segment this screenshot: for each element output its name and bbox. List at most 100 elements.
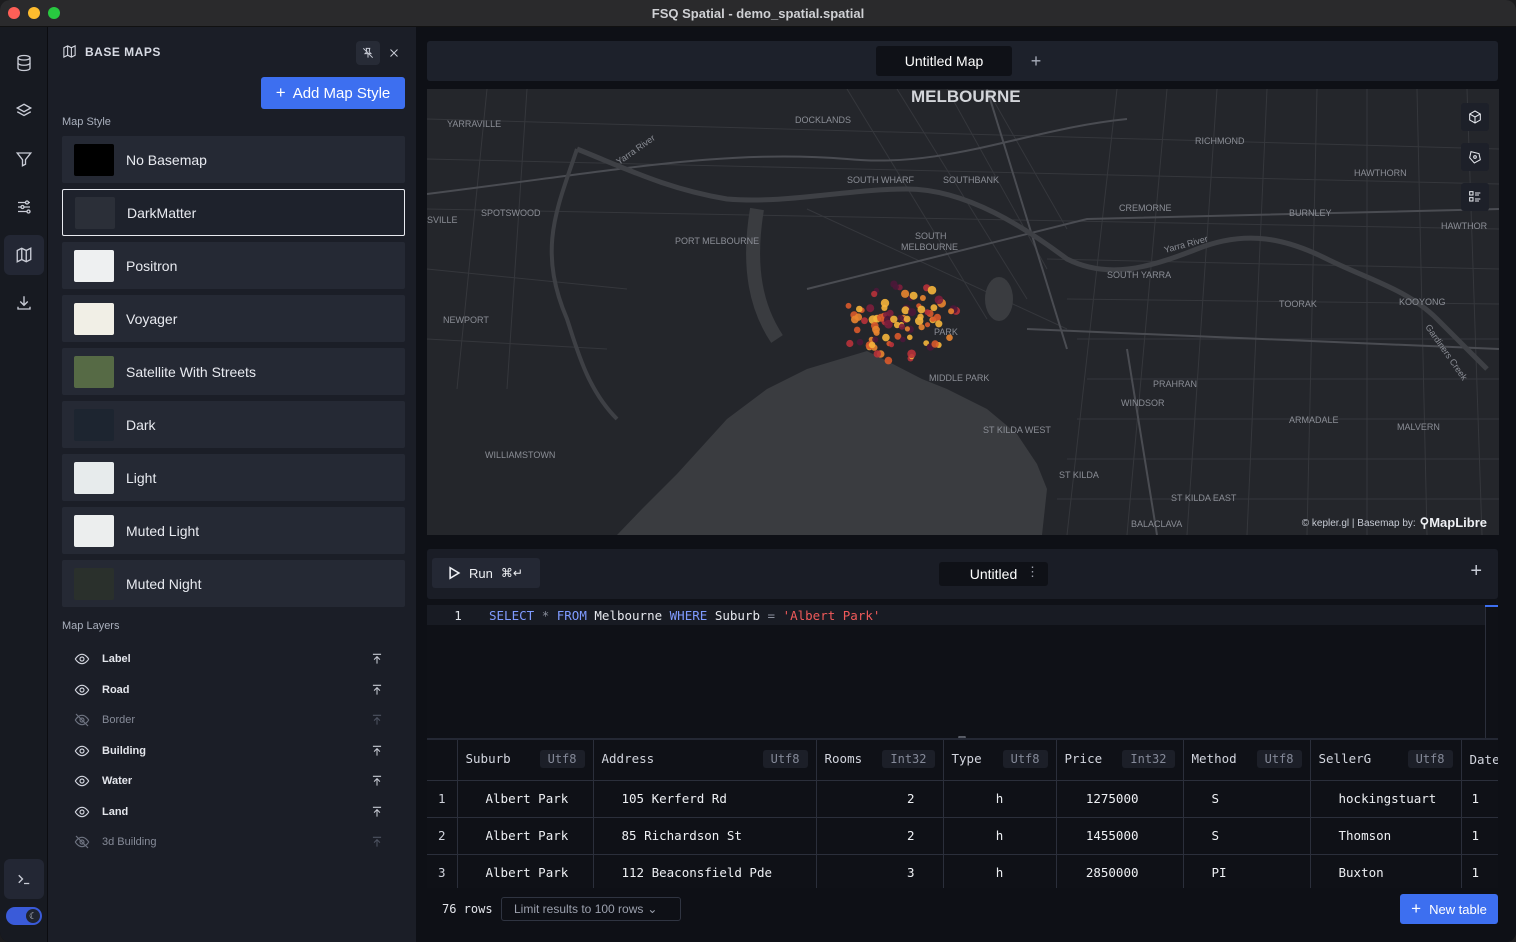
data-point[interactable] — [880, 298, 890, 308]
sql-editor[interactable]: 1 SELECT * FROM Melbourne WHERE Suburb =… — [427, 599, 1498, 739]
cell-type[interactable]: h — [943, 780, 1057, 818]
data-point[interactable] — [908, 308, 917, 317]
sql-text[interactable]: SELECT * FROM Melbourne WHERE Suburb = '… — [489, 608, 880, 623]
cell-address[interactable]: 112 Beaconsfield Pde — [593, 854, 817, 888]
cell-rooms[interactable]: 2 — [816, 817, 944, 855]
layers-icon[interactable] — [4, 91, 44, 131]
data-point[interactable] — [888, 342, 895, 348]
data-point[interactable] — [856, 338, 864, 346]
cell-type[interactable]: h — [943, 817, 1057, 855]
editor-scrollbar[interactable] — [1485, 605, 1498, 739]
close-window-button[interactable] — [8, 7, 20, 19]
eye-off-icon[interactable] — [74, 712, 90, 728]
column-header-rooms[interactable]: Rooms Int32 — [816, 740, 944, 781]
data-point[interactable] — [904, 326, 910, 332]
data-point[interactable] — [872, 336, 879, 343]
data-point[interactable] — [930, 316, 936, 322]
move-to-top-icon[interactable] — [370, 713, 384, 732]
tab-untitled-map[interactable]: Untitled Map — [876, 46, 1012, 76]
add-map-style-button[interactable]: + Add Map Style — [261, 77, 405, 109]
column-header-sellerg[interactable]: SellerG Utf8 — [1310, 740, 1462, 781]
terminal-icon[interactable] — [4, 859, 44, 899]
column-header-method[interactable]: Method Utf8 — [1183, 740, 1311, 781]
eye-off-icon[interactable] — [74, 834, 90, 850]
eye-icon[interactable] — [74, 651, 90, 667]
data-point[interactable] — [931, 340, 939, 348]
data-point[interactable] — [898, 323, 906, 330]
map-style-darkmatter[interactable]: DarkMatter — [62, 189, 405, 236]
interactions-icon[interactable] — [4, 187, 44, 227]
data-point[interactable] — [919, 295, 926, 301]
cell-price[interactable]: 2850000 — [1056, 854, 1184, 888]
data-point[interactable] — [907, 334, 913, 341]
filter-icon[interactable] — [4, 139, 44, 179]
cell-date[interactable]: 1 — [1461, 817, 1498, 855]
add-map-tab-button[interactable]: + — [1024, 49, 1048, 73]
cell-rooms[interactable]: 3 — [816, 854, 944, 888]
add-query-tab-button[interactable]: + — [1470, 560, 1482, 583]
cell-price[interactable]: 1455000 — [1056, 817, 1184, 855]
cell-price[interactable]: 1275000 — [1056, 780, 1184, 818]
move-to-top-icon[interactable] — [370, 835, 384, 854]
column-header-price[interactable]: Price Int32 — [1056, 740, 1184, 781]
data-point[interactable] — [866, 304, 875, 313]
3d-view-button[interactable] — [1461, 103, 1489, 131]
data-point[interactable] — [886, 309, 894, 317]
data-point[interactable] — [935, 320, 943, 328]
cell-date[interactable]: 1 — [1461, 780, 1498, 818]
cell-address[interactable]: 105 Kerferd Rd — [593, 780, 817, 818]
export-icon[interactable] — [4, 283, 44, 323]
draw-polygon-button[interactable] — [1461, 143, 1489, 171]
query-tab-untitled[interactable]: Untitled ⋮ — [939, 562, 1048, 586]
map-style-no-basemap[interactable]: No Basemap — [62, 136, 405, 183]
datasets-icon[interactable] — [4, 43, 44, 83]
map-style-dark[interactable]: Dark — [62, 401, 405, 448]
data-point[interactable] — [924, 322, 931, 328]
column-header-address[interactable]: Address Utf8 — [593, 740, 817, 781]
cell-seller[interactable]: Buxton — [1310, 854, 1462, 888]
data-point[interactable] — [900, 336, 906, 343]
cell-date[interactable]: 1 — [1461, 854, 1498, 888]
data-point[interactable] — [861, 317, 868, 325]
eye-icon[interactable] — [74, 773, 90, 789]
data-point[interactable] — [868, 341, 876, 349]
data-point[interactable] — [915, 316, 924, 326]
unpin-button[interactable] — [356, 41, 380, 65]
new-table-button[interactable]: + New table — [1400, 894, 1498, 924]
cell-seller[interactable]: hockingstuart — [1310, 780, 1462, 818]
more-options-icon[interactable]: ⋮ — [1026, 564, 1039, 580]
table-row[interactable]: 1 Albert Park 105 Kerferd Rd 2 h 1275000 Shock… — [427, 780, 1498, 818]
data-point[interactable] — [846, 339, 854, 348]
map-canvas[interactable]: MELBOURNE DOCKLANDS YARRAVILLE RICHMOND … — [427, 89, 1499, 535]
cell-rooms[interactable]: 2 — [816, 780, 944, 818]
data-point[interactable] — [873, 350, 881, 358]
data-point[interactable] — [909, 291, 918, 300]
column-header-date[interactable]: Date — [1461, 740, 1498, 781]
data-point[interactable] — [917, 305, 926, 314]
map-style-muted-night[interactable]: Muted Night — [62, 560, 405, 607]
maplibre-logo[interactable]: ⚲MapLibre — [1420, 515, 1487, 531]
map-style-light[interactable]: Light — [62, 454, 405, 501]
data-point[interactable] — [934, 295, 944, 305]
eye-icon[interactable] — [74, 682, 90, 698]
base-map-icon[interactable] — [4, 235, 44, 275]
data-point[interactable] — [924, 309, 931, 316]
table-row[interactable]: 3 Albert Park 112 Beaconsfield Pde 3 h 285000… — [427, 854, 1498, 888]
run-query-button[interactable]: Run ⌘↵ — [432, 558, 540, 588]
cell-suburb[interactable]: Albert Park — [457, 780, 594, 818]
minimize-window-button[interactable] — [28, 7, 40, 19]
move-to-top-icon[interactable] — [370, 774, 384, 793]
cell-method[interactable]: S — [1183, 780, 1311, 818]
cell-seller[interactable]: Thomson — [1310, 817, 1462, 855]
data-point[interactable] — [897, 314, 904, 321]
cell-suburb[interactable]: Albert Park — [457, 817, 594, 855]
move-to-top-icon[interactable] — [370, 744, 384, 763]
data-point[interactable] — [854, 313, 863, 321]
move-to-top-icon[interactable] — [370, 683, 384, 702]
theme-toggle[interactable]: ☾ — [6, 907, 42, 925]
editor-line[interactable]: 1 SELECT * FROM Melbourne WHERE Suburb =… — [427, 605, 1485, 625]
data-point[interactable] — [927, 285, 937, 295]
map-style-voyager[interactable]: Voyager — [62, 295, 405, 342]
eye-icon[interactable] — [74, 743, 90, 759]
data-point[interactable] — [901, 289, 910, 298]
